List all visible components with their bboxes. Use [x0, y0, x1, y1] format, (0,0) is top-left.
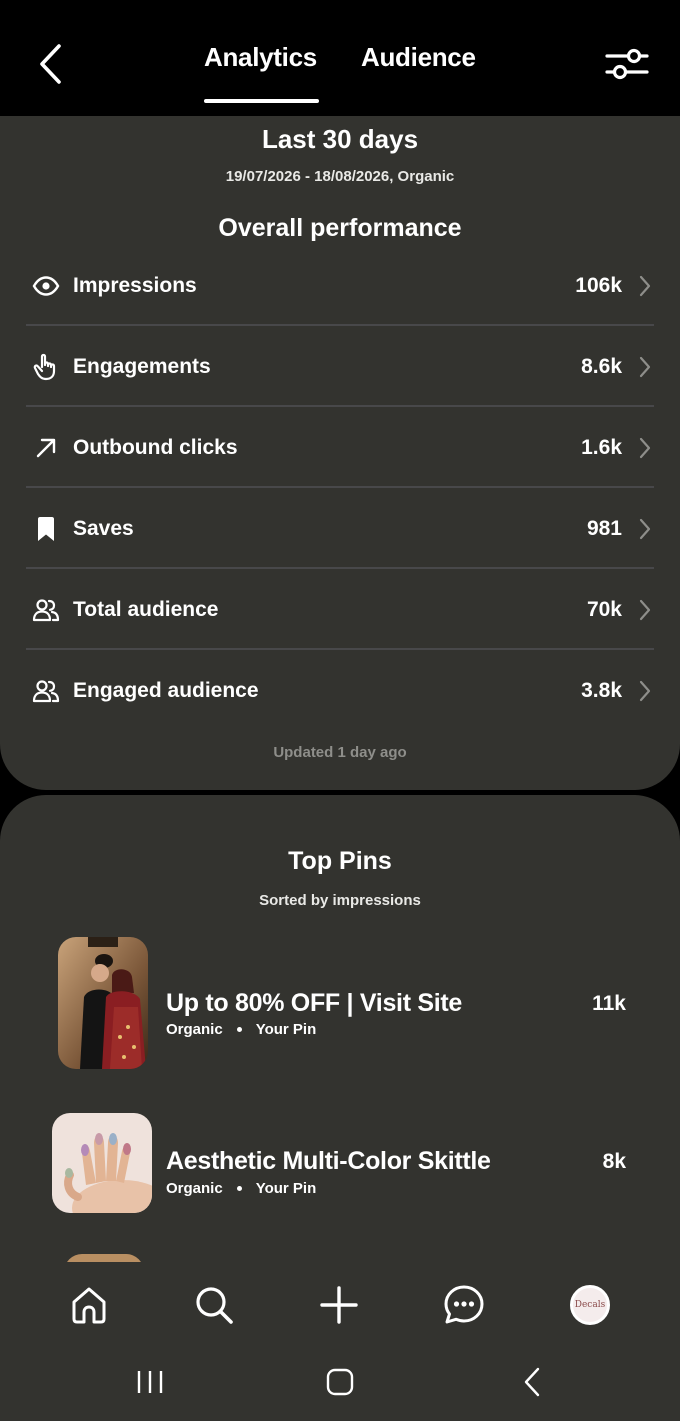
metric-label: Outbound clicks	[73, 435, 238, 459]
tab-audience[interactable]: Audience	[361, 42, 476, 73]
recents-icon	[137, 1371, 163, 1393]
users-icon	[26, 590, 66, 630]
system-recents-button[interactable]	[130, 1362, 170, 1402]
nav-home[interactable]	[64, 1280, 114, 1330]
bookmark-icon	[26, 509, 66, 549]
pin-title: Up to 80% OFF | Visit Site	[166, 989, 463, 1017]
metric-value: 3.8k	[581, 678, 622, 702]
metric-row-engaged-audience[interactable]: Engaged audience 3.8k	[26, 650, 654, 731]
system-home-button[interactable]	[320, 1362, 360, 1402]
home-icon	[72, 1287, 106, 1324]
updated-timestamp: Updated 1 day ago	[273, 744, 407, 761]
date-range-title: Last 30 days	[261, 124, 419, 154]
search-icon	[196, 1287, 233, 1324]
chevron-right-icon	[636, 274, 654, 298]
pin-title: Aesthetic Multi-Color Skittle	[166, 1147, 491, 1175]
pin-source: Organic	[166, 1021, 223, 1038]
nav-create[interactable]	[314, 1280, 364, 1330]
nav-messages[interactable]	[439, 1280, 489, 1330]
nav-profile[interactable]: Decals	[565, 1280, 615, 1330]
top-pins-title: Top Pins	[288, 847, 392, 875]
chevron-right-icon	[636, 517, 654, 541]
filter-button[interactable]	[600, 44, 654, 84]
bottom-nav: Decals	[0, 1262, 680, 1421]
separator-dot	[236, 1027, 242, 1032]
metric-row-outbound-clicks[interactable]: Outbound clicks 1.6k	[26, 407, 654, 488]
pin-item[interactable]: Up to 80% OFF | Visit Site Organic Your …	[0, 935, 680, 1071]
metric-value: 1.6k	[581, 435, 622, 459]
top-bar: Analytics Audience	[0, 0, 680, 116]
sliders-icon	[605, 48, 649, 80]
nav-search[interactable]	[189, 1280, 239, 1330]
metric-label: Total audience	[73, 597, 219, 621]
active-tab-indicator	[204, 99, 319, 103]
pin-meta: Organic Your Pin	[166, 1021, 316, 1038]
tab-analytics[interactable]: Analytics	[204, 42, 317, 73]
metric-row-impressions[interactable]: Impressions 106k	[26, 245, 654, 326]
chevron-right-icon	[636, 598, 654, 622]
performance-card: Last 30 days 19/07/2026 - 18/08/2026, Or…	[0, 116, 680, 790]
system-back-button[interactable]	[512, 1362, 552, 1402]
section-title: Overall performance	[218, 214, 462, 242]
chevron-left-icon	[40, 44, 61, 84]
pin-meta: Organic Your Pin	[166, 1180, 316, 1197]
separator-dot	[236, 1186, 242, 1191]
metric-value: 70k	[586, 597, 622, 621]
metric-label: Saves	[73, 516, 134, 540]
avatar-text: Decals	[574, 1300, 606, 1310]
back-button[interactable]	[30, 40, 70, 88]
metric-label: Impressions	[73, 273, 197, 297]
pin-source: Organic	[166, 1180, 223, 1197]
chevron-right-icon	[636, 436, 654, 460]
users-icon	[26, 671, 66, 711]
pin-owner: Your Pin	[255, 1180, 317, 1197]
arrow-up-right-icon	[26, 428, 66, 468]
pin-impressions: 11k	[592, 992, 626, 1015]
eye-icon	[26, 266, 66, 306]
metric-row-total-audience[interactable]: Total audience 70k	[26, 569, 654, 650]
hand-pointer-icon	[26, 347, 66, 387]
metric-label: Engagements	[73, 354, 211, 378]
metric-row-engagements[interactable]: Engagements 8.6k	[26, 326, 654, 407]
home-button-icon	[326, 1368, 354, 1396]
chevron-right-icon	[636, 355, 654, 379]
pin-thumbnail	[58, 937, 148, 1069]
pin-item[interactable]: Aesthetic Multi-Color Skittle Organic Yo…	[0, 1111, 680, 1213]
plus-icon	[320, 1286, 358, 1324]
chevron-right-icon	[636, 679, 654, 703]
metric-label: Engaged audience	[73, 678, 259, 702]
pin-thumbnail	[52, 1113, 152, 1213]
pin-impressions: 8k	[602, 1150, 626, 1173]
back-icon	[524, 1367, 540, 1397]
pin-owner: Your Pin	[255, 1021, 317, 1038]
metric-value: 8.6k	[581, 354, 622, 378]
date-range-subtitle: 19/07/2026 - 18/08/2026, Organic	[225, 168, 455, 185]
top-pins-subtitle: Sorted by impressions	[259, 892, 421, 909]
metric-value: 981	[586, 516, 622, 540]
messages-icon	[444, 1285, 484, 1324]
profile-avatar: Decals	[570, 1285, 610, 1325]
metric-value: 106k	[575, 273, 622, 297]
metric-row-saves[interactable]: Saves 981	[26, 488, 654, 569]
